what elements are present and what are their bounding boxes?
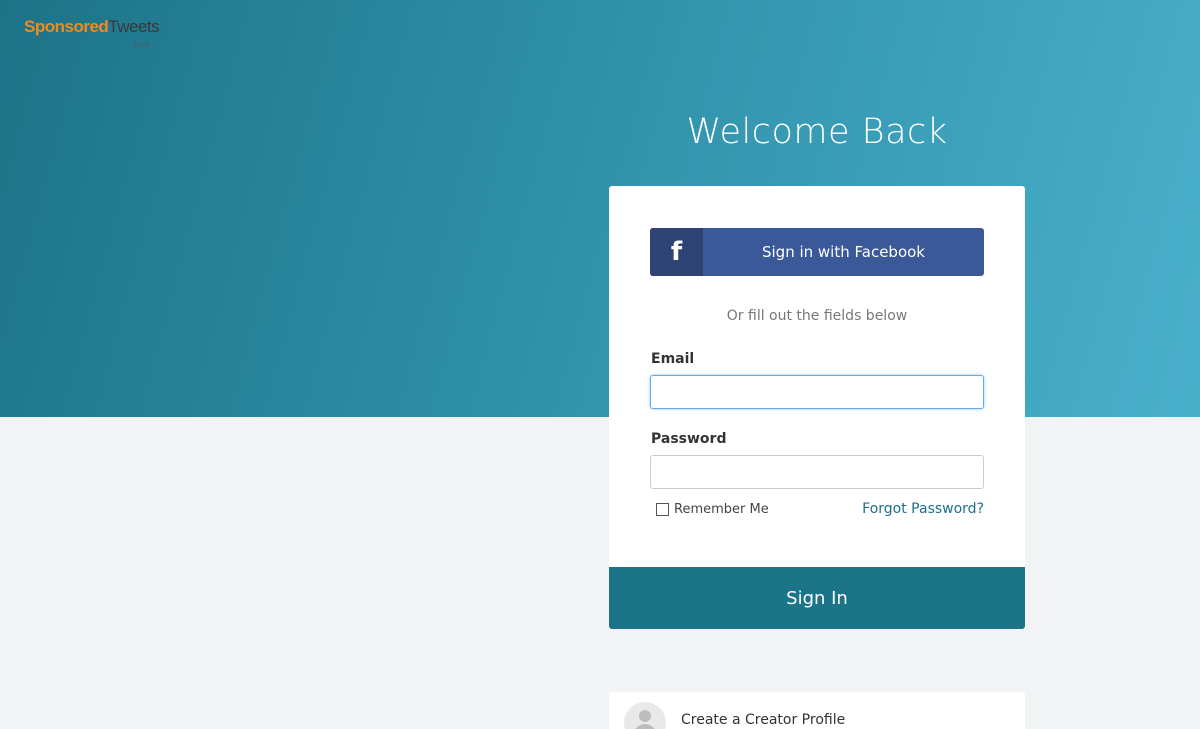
facebook-icon-box: f: [650, 228, 703, 276]
email-field[interactable]: [650, 375, 984, 409]
logo-beta-tag: BETA: [134, 43, 151, 49]
facebook-signin-label: Sign in with Facebook: [761, 243, 925, 261]
sponsoredtweets-logo[interactable]: SponsoredTweets BETA: [24, 17, 160, 49]
forgot-password-link[interactable]: Forgot Password?: [862, 501, 984, 517]
remember-me-option[interactable]: Remember Me: [656, 502, 769, 517]
facebook-icon: f: [670, 237, 683, 267]
password-label: Password: [651, 431, 727, 447]
remember-me-checkbox[interactable]: [656, 503, 669, 516]
sign-in-button[interactable]: Sign In: [609, 567, 1025, 629]
facebook-signin-button[interactable]: f Sign in with Facebook: [650, 228, 984, 276]
remember-me-label: Remember Me: [674, 502, 769, 517]
avatar-body-shape: [633, 724, 657, 729]
avatar-head-shape: [639, 710, 651, 722]
divider-text: Or fill out the fields below: [726, 308, 908, 324]
logo-text-sponsored: Sponsored: [24, 17, 109, 36]
email-label: Email: [651, 351, 695, 367]
create-creator-profile-card[interactable]: Create a Creator Profile: [609, 692, 1025, 729]
password-field[interactable]: [650, 455, 984, 489]
user-avatar-icon: [624, 702, 666, 729]
create-creator-profile-label: Create a Creator Profile: [681, 712, 846, 728]
login-card: f Sign in with Facebook Or fill out the …: [609, 186, 1025, 629]
logo-text-tweets: Tweets: [108, 17, 160, 36]
page-title: Welcome Back: [686, 112, 948, 152]
